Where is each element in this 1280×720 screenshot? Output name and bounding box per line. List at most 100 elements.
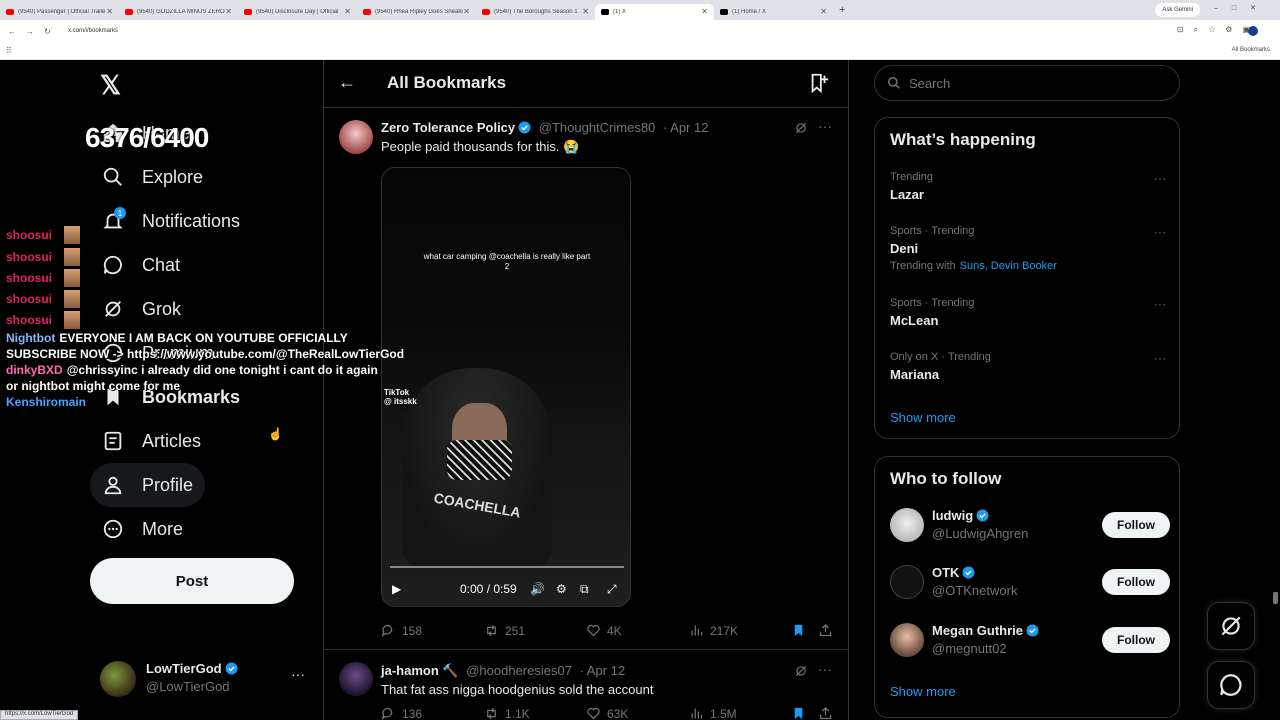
share-button[interactable] [818, 706, 839, 720]
reply-button[interactable]: 136 [381, 706, 422, 720]
browser-tab-active[interactable]: (1) X ✕ [595, 3, 714, 20]
views-icon [691, 708, 703, 719]
close-icon[interactable]: ✕ [106, 7, 113, 16]
browser-tab[interactable]: (9540) GODZILLA MINUS ZERO ✕ [119, 4, 238, 20]
trend-link[interactable]: Suns, Devin Booker [960, 260, 1057, 272]
like-button[interactable]: 63K [586, 706, 628, 720]
chat-message: shoosui [6, 224, 416, 246]
x-logo-icon[interactable]: 𝕏 [100, 72, 126, 98]
more-icon[interactable]: ··· [1154, 171, 1166, 185]
show-more-link[interactable]: Show more [890, 410, 956, 425]
follow-suggestion[interactable]: Megan Guthrie @megnutt02 Follow [890, 623, 1170, 663]
close-icon[interactable]: ✕ [701, 7, 708, 16]
trend-item[interactable]: Only on X · Trending Mariana ··· [890, 351, 1170, 382]
browser-tab[interactable]: (9540) The Boroughs Season 1 ✕ [476, 4, 595, 20]
video-progress-bar[interactable] [390, 566, 624, 568]
browser-tab[interactable]: (9540) Rhea Ripley Goes Sneaki ✕ [357, 4, 476, 20]
back-arrow-icon[interactable]: ← [338, 72, 356, 93]
browser-tab[interactable]: (9540) Passenger | Official Traile ✕ [0, 4, 119, 20]
fullscreen-icon[interactable]: ⤢ [607, 582, 617, 597]
chat-float-button[interactable] [1207, 661, 1255, 709]
more-icon[interactable]: ··· [291, 666, 305, 682]
trend-item[interactable]: Trending Lazar ··· [890, 171, 1170, 202]
browser-tab[interactable]: (1) Home / X ✕ [714, 4, 833, 20]
bookmark-button[interactable] [791, 623, 812, 638]
follow-button[interactable]: Follow [1102, 627, 1170, 653]
views-icon [691, 625, 703, 636]
emote-icon [64, 226, 81, 244]
settings-icon[interactable]: ⚙ [556, 582, 567, 596]
follow-suggestion[interactable]: ludwig @LudwigAhgren Follow [890, 508, 1170, 548]
url-field[interactable]: x.com/i/bookmarks [64, 24, 1104, 38]
nav-profile[interactable]: Profile [90, 463, 206, 507]
browser-profile-avatar[interactable] [1248, 26, 1258, 36]
more-icon[interactable]: ··· [1154, 351, 1166, 365]
trend-item[interactable]: Sports · Trending McLean ··· [890, 297, 1170, 328]
share-button[interactable] [818, 623, 839, 638]
ask-gemini-button[interactable]: Ask Gemini [1155, 3, 1200, 17]
chat-message: shoosui [6, 309, 416, 330]
volume-icon[interactable]: 🔊 [530, 582, 545, 596]
more-icon[interactable]: ··· [1154, 297, 1166, 311]
close-icon[interactable]: ✕ [582, 7, 589, 16]
avatar[interactable] [339, 662, 373, 696]
pip-icon[interactable]: ⧉ [580, 582, 589, 597]
repost-button[interactable]: 1.1K [484, 706, 530, 720]
tweet-author-handle[interactable]: @hoodheresies07 [466, 663, 572, 678]
apps-icon[interactable]: ⠿ [6, 46, 12, 55]
reply-button[interactable]: 158 [381, 623, 422, 638]
close-icon[interactable]: ✕ [344, 7, 351, 16]
avatar[interactable] [339, 120, 373, 154]
grok-icon[interactable] [794, 121, 808, 135]
tweet-author-name[interactable]: Zero Tolerance Policy [381, 120, 515, 135]
repost-button[interactable]: 251 [484, 623, 525, 638]
nav-articles[interactable]: Articles [90, 419, 213, 463]
tweet-author-name[interactable]: ja-hamon 🔨 [381, 663, 459, 678]
close-icon[interactable]: ✕ [463, 7, 470, 16]
grok-icon [1221, 616, 1241, 636]
browser-tab[interactable]: (9540) Disclosure Day | Official ✕ [238, 4, 357, 20]
tweet-author-handle[interactable]: @ThoughtCrimes80 [539, 120, 656, 135]
bookmark-add-folder-icon[interactable] [808, 72, 830, 94]
youtube-icon [125, 8, 133, 15]
account-handle: @LowTierGod [146, 679, 230, 694]
follow-button[interactable]: Follow [1102, 512, 1170, 538]
more-icon[interactable]: ··· [1154, 225, 1166, 239]
nav-more[interactable]: More [90, 507, 195, 551]
forward-icon[interactable]: → [26, 27, 36, 36]
account-switcher[interactable]: LowTierGod @LowTierGod ··· [100, 656, 315, 704]
more-icon[interactable]: ··· [818, 118, 832, 134]
window-controls[interactable]: –□✕ [1214, 4, 1270, 12]
tweet-date[interactable]: · Apr 12 [663, 120, 709, 135]
tweet[interactable]: ja-hamon 🔨 @hoodheresies07 · Apr 12 ··· … [324, 650, 848, 720]
show-more-link[interactable]: Show more [890, 684, 956, 699]
grok-float-button[interactable] [1207, 602, 1255, 650]
search-input[interactable] [909, 75, 1159, 91]
follow-suggestion[interactable]: OTK @OTKnetwork Follow [890, 565, 1170, 605]
mouse-cursor-icon: ☝ [268, 427, 283, 441]
search-box[interactable] [874, 65, 1180, 101]
avatar[interactable] [890, 623, 924, 657]
grok-icon[interactable] [794, 664, 808, 678]
more-icon[interactable]: ··· [818, 661, 832, 677]
post-button[interactable]: Post [90, 558, 294, 604]
play-icon[interactable]: ▶ [392, 582, 401, 596]
whats-happening-panel: What’s happening Trending Lazar ··· Spor… [874, 117, 1180, 439]
close-icon[interactable]: ✕ [820, 7, 827, 16]
page-scrollbar[interactable] [1273, 62, 1278, 712]
close-icon[interactable]: ✕ [225, 7, 232, 16]
like-button[interactable]: 4K [586, 623, 622, 638]
video-player[interactable]: what car camping @coachella is really li… [381, 167, 631, 607]
back-icon[interactable]: ← [8, 27, 18, 36]
trend-item[interactable]: Sports · Trending Deni Trending with Suns… [890, 225, 1170, 272]
avatar[interactable] [890, 565, 924, 599]
all-bookmarks-folder[interactable]: All Bookmarks [1232, 47, 1270, 53]
bookmark-button[interactable] [791, 706, 812, 720]
follow-button[interactable]: Follow [1102, 569, 1170, 595]
tweet-date[interactable]: · Apr 12 [580, 663, 626, 678]
views-button[interactable]: 217K [689, 623, 738, 638]
new-tab-icon[interactable]: + [839, 4, 845, 16]
reload-icon[interactable]: ↻ [44, 27, 54, 36]
views-button[interactable]: 1.5M [689, 706, 737, 720]
avatar[interactable] [890, 508, 924, 542]
